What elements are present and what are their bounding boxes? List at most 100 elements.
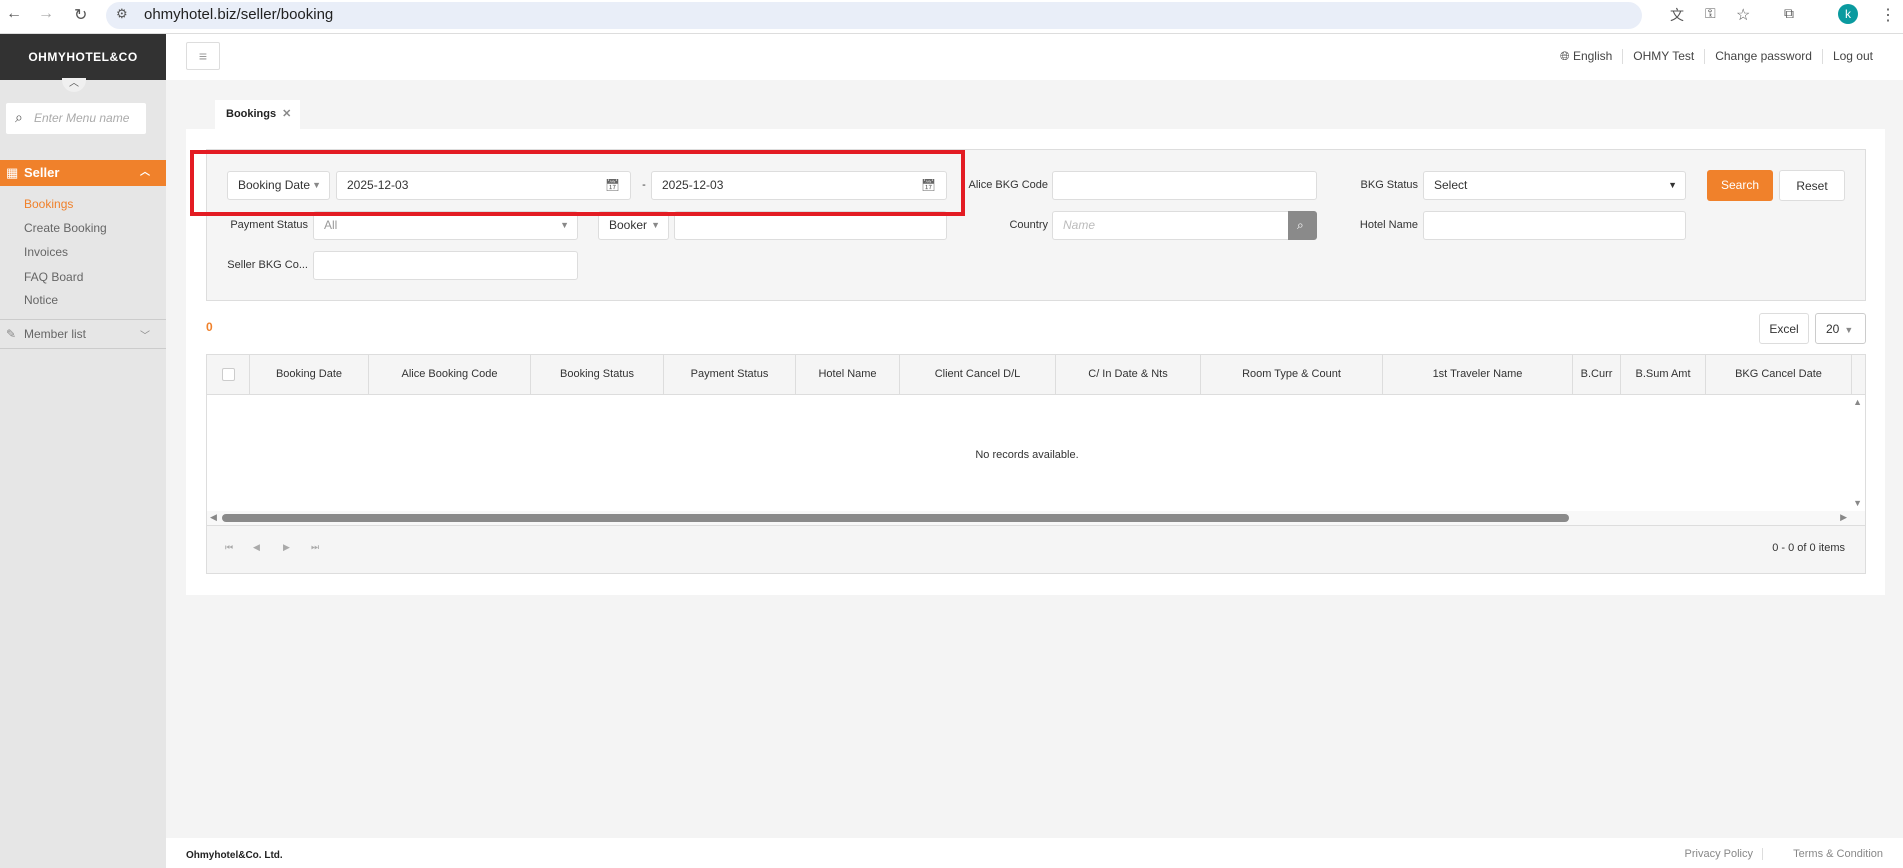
column-header[interactable]: BKG Cancel Date — [1705, 355, 1851, 394]
highlight-box — [190, 150, 965, 216]
caret-down-icon: ▼ — [651, 220, 660, 230]
caret-down-icon: ▼ — [560, 220, 569, 230]
payment-status-value: All — [324, 218, 338, 232]
caret-down-icon: ▼ — [1844, 325, 1854, 335]
key-icon[interactable]: ⚿ — [1705, 5, 1716, 22]
sidebar-item-invoices[interactable]: Invoices — [24, 245, 68, 259]
star-icon[interactable]: ☆ — [1736, 5, 1750, 25]
change-password-link[interactable]: Change password — [1704, 49, 1822, 64]
reload-icon[interactable]: ↻ — [74, 5, 87, 25]
translate-icon[interactable]: 文 — [1670, 5, 1684, 25]
column-header[interactable]: Room Type & Count — [1200, 355, 1382, 394]
reset-button[interactable]: Reset — [1779, 170, 1845, 201]
column-header[interactable]: Booking Date — [249, 355, 368, 394]
prev-page-icon[interactable]: ◀ — [253, 542, 260, 553]
menu-search-input[interactable]: ⌕ Enter Menu name — [6, 103, 146, 134]
member-list-label: Member list — [24, 327, 87, 341]
address-bar[interactable]: ⚙ — [106, 2, 1642, 29]
tab-bookings[interactable]: Bookings ✕ — [215, 100, 300, 129]
menu-toggle-button[interactable]: ≡ — [186, 42, 220, 70]
chevron-down-icon: ﹀ — [140, 331, 150, 342]
user-name[interactable]: OHMY Test — [1622, 49, 1704, 64]
hotel-name-input[interactable] — [1423, 211, 1686, 240]
extensions-icon[interactable]: ⧉ — [1784, 5, 1794, 22]
sidebar: OHMYHOTEL&CO ︿ ⌕ Enter Menu name ▦ Selle… — [0, 34, 166, 868]
pager-info: 0 - 0 of 0 items — [1772, 542, 1845, 554]
next-page-icon[interactable]: ▶ — [283, 542, 290, 553]
sidebar-item-notice[interactable]: Notice — [24, 293, 58, 307]
column-header[interactable]: Booking Status — [530, 355, 663, 394]
close-icon[interactable]: ✕ — [282, 108, 291, 120]
bkg-status-select[interactable]: Select ▼ — [1423, 171, 1686, 200]
first-page-icon[interactable]: ⏮ — [225, 542, 233, 553]
forward-icon[interactable]: → — [38, 5, 54, 23]
header-links: 🌐︎ English OHMY Test Change password Log… — [1550, 49, 1883, 64]
pager: ⏮ ◀ ▶ ⏭ 0 - 0 of 0 items — [207, 525, 1865, 573]
back-icon[interactable]: ← — [6, 5, 22, 23]
table-header: Booking Date Alice Booking Code Booking … — [207, 355, 1865, 395]
sidebar-section-seller[interactable]: ▦ Seller ︿ — [0, 160, 166, 186]
profile-avatar[interactable]: k — [1838, 4, 1858, 24]
column-header[interactable]: 1st Traveler Name — [1382, 355, 1572, 394]
scroll-right-arrow[interactable]: ▶ — [1840, 512, 1847, 523]
scroll-down-arrow[interactable]: ▼ — [1853, 498, 1862, 508]
more-menu-icon[interactable]: ⋮ — [1880, 5, 1896, 25]
scrollbar-header-spacer — [1851, 355, 1865, 394]
table-icon: ▦ — [6, 165, 19, 180]
page-size-value: 20 — [1826, 322, 1840, 336]
column-header[interactable]: B.Sum Amt — [1620, 355, 1705, 394]
column-header[interactable]: B.Curr — [1572, 355, 1620, 394]
seller-code-label: Seller BKG Co... — [227, 259, 308, 271]
horizontal-scrollbar[interactable]: ◀ ▶ — [207, 511, 1865, 525]
bkg-status-label: BKG Status — [1360, 179, 1418, 191]
bkg-status-value: Select — [1434, 178, 1468, 192]
sidebar-item-bookings[interactable]: Bookings — [24, 197, 73, 211]
site-settings-icon[interactable]: ⚙ — [116, 6, 128, 22]
hotel-name-label: Hotel Name — [1359, 219, 1418, 231]
search-icon: ⌕ — [15, 109, 23, 125]
scroll-left-arrow[interactable]: ◀ — [210, 512, 217, 523]
excel-button[interactable]: Excel — [1759, 313, 1809, 344]
page-size-select[interactable]: 20 ▼ — [1815, 313, 1866, 344]
globe-icon: 🌐︎ — [1560, 49, 1573, 63]
menu-search-placeholder: Enter Menu name — [34, 111, 130, 125]
terms-link[interactable]: Terms & Condition — [1793, 848, 1883, 860]
sidebar-item-member-list[interactable]: ✎ Member list ﹀ — [0, 320, 166, 348]
chevron-up-icon: ︿ — [140, 167, 150, 178]
scroll-up-arrow[interactable]: ▲ — [1853, 397, 1862, 407]
select-all-cell — [207, 355, 249, 394]
alice-code-input[interactable] — [1052, 171, 1317, 200]
bookings-table: Booking Date Alice Booking Code Booking … — [206, 354, 1866, 574]
last-page-icon[interactable]: ⏭ — [311, 542, 319, 553]
sidebar-item-faq-board[interactable]: FAQ Board — [24, 270, 83, 284]
search-button[interactable]: Search — [1707, 170, 1773, 201]
tab-label: Bookings — [226, 108, 277, 120]
scrollbar-thumb[interactable] — [222, 514, 1569, 522]
divider — [0, 348, 166, 349]
country-input[interactable]: Name — [1052, 211, 1289, 240]
language-selector[interactable]: 🌐︎ English — [1550, 49, 1622, 64]
browser-toolbar: ← → ↻ ⚙ ohmyhotel.biz/seller/booking 文 ⚿… — [0, 0, 1903, 34]
url-text[interactable]: ohmyhotel.biz/seller/booking — [144, 6, 333, 23]
booker-label: Booker — [609, 218, 648, 232]
privacy-policy-link[interactable]: Privacy Policy — [1685, 848, 1753, 860]
seller-code-input[interactable] — [313, 251, 578, 280]
edit-icon: ✎ — [6, 327, 17, 341]
select-all-checkbox[interactable] — [221, 367, 235, 381]
logout-link[interactable]: Log out — [1821, 49, 1883, 64]
result-count: 0 — [206, 320, 213, 334]
column-header[interactable]: Client Cancel D/L — [899, 355, 1055, 394]
column-header[interactable]: Alice Booking Code — [368, 355, 530, 394]
divider — [1762, 848, 1763, 860]
brand-logo[interactable]: OHMYHOTEL&CO — [0, 34, 166, 80]
top-header: ≡ 🌐︎ English OHMY Test Change password L… — [166, 34, 1903, 80]
column-header[interactable]: Hotel Name — [795, 355, 899, 394]
company-name: Ohmyhotel&Co. Ltd. — [186, 850, 283, 861]
column-header[interactable]: C/ In Date & Nts — [1055, 355, 1200, 394]
collapse-up-button[interactable]: ︿ — [62, 78, 86, 92]
caret-down-icon: ▼ — [1668, 180, 1677, 190]
search-icon: ⌕ — [1297, 218, 1304, 232]
column-header[interactable]: Payment Status — [663, 355, 795, 394]
country-search-button[interactable]: ⌕ — [1288, 211, 1317, 240]
sidebar-item-create-booking[interactable]: Create Booking — [24, 221, 107, 235]
